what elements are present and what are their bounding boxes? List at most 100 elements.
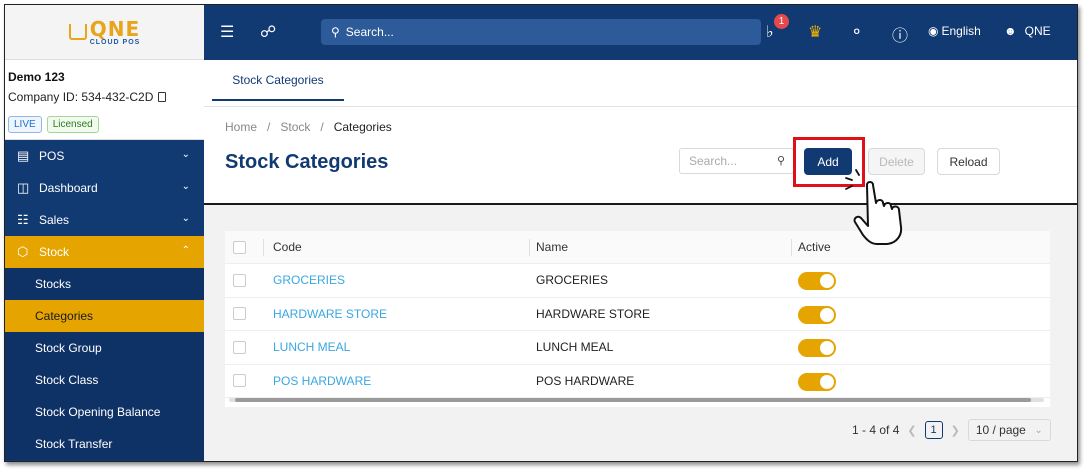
breadcrumb: Home / Stock / Categories bbox=[225, 120, 392, 134]
row-checkbox[interactable] bbox=[233, 273, 246, 287]
search-icon[interactable]: ⚲ bbox=[777, 154, 785, 167]
main-content: Stock Categories Home / Stock / Categori… bbox=[204, 60, 1077, 461]
chevron-down-icon: ⌄ bbox=[181, 149, 190, 160]
sidebar-nav: ▤ POS ⌄ ◫ Dashboard ⌄ ☷ Sales ⌄ ⬡ Stock … bbox=[5, 140, 204, 460]
breadcrumb-current: Categories bbox=[333, 120, 392, 134]
menu-collapse-icon[interactable]: ☰ bbox=[220, 22, 234, 42]
sidebar-subitem-stock-group[interactable]: Stock Group bbox=[5, 332, 204, 364]
stock-box-icon: ⬡ bbox=[17, 244, 29, 259]
active-toggle[interactable] bbox=[798, 272, 836, 290]
chevron-down-icon: ⌄ bbox=[1034, 424, 1043, 436]
company-id: Company ID: 534-432-C2D bbox=[8, 90, 201, 104]
column-header-active[interactable]: Active bbox=[798, 240, 831, 254]
bell-icon[interactable]: ♭ bbox=[766, 22, 774, 42]
page-header: Home / Stock / Categories Stock Categori… bbox=[204, 107, 1077, 205]
breadcrumb-separator: / bbox=[320, 120, 324, 134]
globe-icon: ◉ bbox=[928, 24, 939, 38]
page-size-value: 10 / page bbox=[975, 423, 1026, 437]
chevron-down-icon: ⌄ bbox=[181, 181, 190, 192]
category-name: GROCERIES bbox=[536, 273, 609, 288]
language-label: English bbox=[941, 24, 981, 38]
column-header-code[interactable]: Code bbox=[273, 240, 302, 254]
licensed-badge: Licensed bbox=[46, 116, 99, 133]
chevron-right-icon[interactable]: ❯ bbox=[951, 424, 960, 437]
sidebar-subitem-categories[interactable]: Categories bbox=[5, 300, 204, 332]
active-toggle[interactable] bbox=[798, 372, 836, 391]
table-row: HARDWARE STORE HARDWARE STORE bbox=[225, 298, 1050, 331]
tab-stock-categories[interactable]: Stock Categories bbox=[212, 60, 344, 101]
user-menu[interactable]: ☻ QNE bbox=[1004, 24, 1051, 38]
sidebar-item-label: Dashboard bbox=[39, 181, 98, 195]
horizontal-scrollbar[interactable] bbox=[229, 398, 1044, 402]
sidebar-item-label: Stock bbox=[39, 245, 70, 259]
category-code-link[interactable]: HARDWARE STORE bbox=[273, 307, 387, 321]
reload-button[interactable]: Reload bbox=[937, 148, 1000, 175]
category-code-link[interactable]: LUNCH MEAL bbox=[273, 340, 350, 354]
table-header: Code Name Active bbox=[225, 231, 1050, 264]
search-icon: ⚲ bbox=[331, 25, 340, 39]
sidebar-item-sales[interactable]: ☷ Sales ⌄ bbox=[5, 204, 204, 236]
page-size-select[interactable]: 10 / page ⌄ bbox=[967, 419, 1051, 441]
sidebar-item-stock[interactable]: ⬡ Stock ⌃ bbox=[5, 236, 204, 268]
column-divider bbox=[791, 239, 792, 256]
dashboard-monitor-icon: ◫ bbox=[17, 180, 30, 195]
category-name: POS HARDWARE bbox=[536, 373, 635, 388]
notification-count-badge: 1 bbox=[774, 14, 789, 29]
column-header-name[interactable]: Name bbox=[536, 240, 568, 254]
logo-main-text: QNE bbox=[89, 16, 141, 41]
cart-icon bbox=[68, 24, 87, 40]
row-checkbox[interactable] bbox=[233, 340, 246, 354]
user-icon: ☻ bbox=[1004, 24, 1017, 38]
sidebar-subitem-stock-opening-balance[interactable]: Stock Opening Balance bbox=[5, 396, 204, 428]
column-divider bbox=[263, 239, 264, 256]
global-search-placeholder: Search... bbox=[345, 25, 394, 39]
active-toggle[interactable] bbox=[798, 339, 836, 357]
pos-register-icon: ▤ bbox=[17, 148, 30, 163]
app-window: QNE CLOUD POS Demo 123 Company ID: 534-4… bbox=[4, 4, 1078, 462]
sidebar-item-dashboard[interactable]: ◫ Dashboard ⌄ bbox=[5, 172, 204, 204]
category-code-link[interactable]: GROCERIES bbox=[273, 273, 345, 287]
tab-bar: Stock Categories bbox=[204, 60, 1077, 107]
license-badges: LIVE Licensed bbox=[8, 116, 99, 133]
chevron-left-icon[interactable]: ❮ bbox=[907, 424, 916, 437]
chat-icon[interactable]: ⚬ bbox=[850, 22, 863, 42]
live-badge: LIVE bbox=[8, 116, 42, 133]
category-name: LUNCH MEAL bbox=[536, 340, 614, 355]
lock-icon[interactable]: ☍ bbox=[260, 22, 276, 42]
user-name: QNE bbox=[1024, 24, 1051, 38]
category-code-link[interactable]: POS HARDWARE bbox=[273, 374, 371, 388]
language-selector[interactable]: ◉ English bbox=[928, 24, 981, 38]
crown-mascot-icon[interactable]: ♛ bbox=[808, 22, 822, 42]
categories-table: Code Name Active GROCERIES GROCERIES HAR… bbox=[225, 231, 1050, 407]
table-search-placeholder: Search... bbox=[689, 154, 738, 168]
help-icon[interactable]: ⓘ bbox=[892, 22, 908, 46]
company-name: Demo 123 bbox=[8, 70, 65, 84]
table-search-input[interactable]: Search... ⚲ bbox=[679, 148, 794, 174]
row-checkbox[interactable] bbox=[233, 374, 246, 388]
page-title: Stock Categories bbox=[225, 151, 389, 173]
global-search-input[interactable]: ⚲ Search... bbox=[321, 19, 761, 45]
qne-logo: QNE CLOUD POS bbox=[68, 16, 141, 46]
breadcrumb-separator: / bbox=[267, 120, 271, 134]
breadcrumb-stock[interactable]: Stock bbox=[280, 120, 310, 134]
sidebar-subitem-stocks[interactable]: Stocks bbox=[5, 268, 204, 300]
table-row: POS HARDWARE POS HARDWARE bbox=[225, 365, 1050, 398]
page-number-button[interactable]: 1 bbox=[924, 421, 943, 439]
chevron-up-icon: ⌃ bbox=[181, 245, 190, 256]
select-all-checkbox[interactable] bbox=[233, 240, 246, 254]
sidebar: QNE CLOUD POS Demo 123 Company ID: 534-4… bbox=[5, 5, 204, 461]
table-row: LUNCH MEAL LUNCH MEAL bbox=[225, 331, 1050, 365]
logo-area: QNE CLOUD POS bbox=[5, 5, 204, 60]
sidebar-subitem-stock-transfer[interactable]: Stock Transfer bbox=[5, 428, 204, 460]
active-toggle[interactable] bbox=[798, 305, 836, 324]
sales-barcode-icon: ☷ bbox=[17, 212, 29, 227]
pagination-range: 1 - 4 of 4 bbox=[852, 423, 900, 437]
sidebar-subitem-stock-class[interactable]: Stock Class bbox=[5, 364, 204, 396]
copy-icon[interactable] bbox=[158, 92, 167, 102]
row-checkbox[interactable] bbox=[233, 307, 246, 321]
scrollbar-thumb[interactable] bbox=[235, 398, 1031, 402]
sidebar-item-label: POS bbox=[39, 149, 65, 163]
breadcrumb-home[interactable]: Home bbox=[225, 120, 257, 134]
pagination: 1 - 4 of 4 ❮ 1 ❯ 10 / page ⌄ bbox=[852, 419, 1051, 441]
sidebar-item-pos[interactable]: ▤ POS ⌄ bbox=[5, 140, 204, 172]
